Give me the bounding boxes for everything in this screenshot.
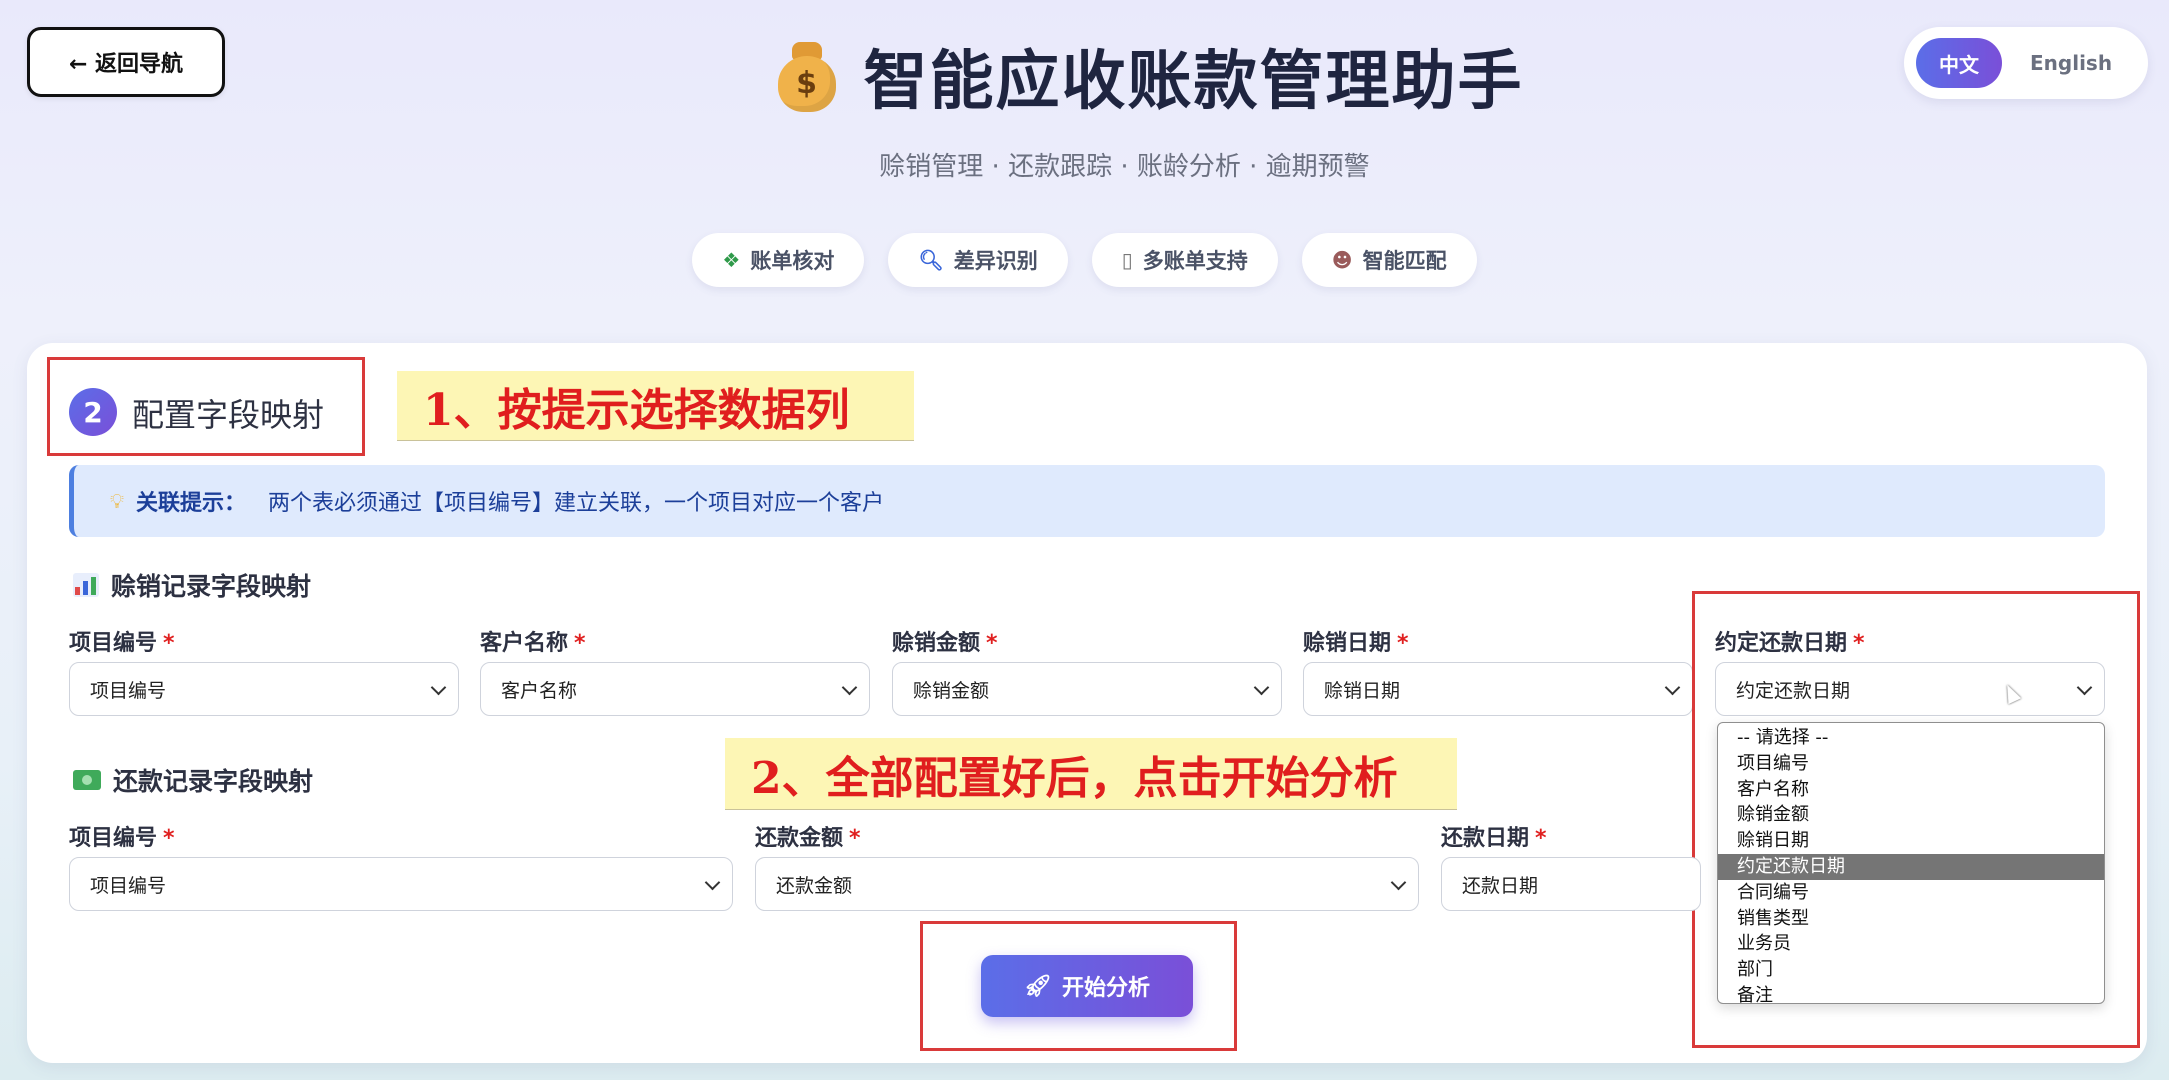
- chevron-down-icon: [430, 679, 447, 696]
- dollar-sign: $: [796, 66, 817, 101]
- credit-label-due-date: 约定还款日期 *: [1715, 625, 1865, 657]
- chip-label: 多账单支持: [1142, 249, 1248, 273]
- select-value: 约定还款日期: [1736, 679, 1851, 702]
- lightbulb-icon: 💡︎: [110, 489, 124, 513]
- repay-select-amount[interactable]: 还款金额: [755, 857, 1419, 911]
- cash-icon: [73, 770, 101, 790]
- dropdown-option[interactable]: 销售类型: [1718, 906, 2104, 932]
- page-subtitle: 赊销管理 · 还款跟踪 · 账龄分析 · 逾期预警: [879, 152, 1370, 182]
- label-text: 赊销金额: [892, 631, 981, 656]
- label-text: 项目编号: [69, 826, 158, 851]
- robot-icon: ☻: [1331, 248, 1353, 272]
- credit-section-title: 赊销记录字段映射: [73, 567, 311, 603]
- repay-label-amount: 还款金额 *: [755, 820, 861, 852]
- label-text: 赊销日期: [1303, 631, 1392, 656]
- label-text: 项目编号: [69, 631, 158, 656]
- required-mark: *: [574, 631, 586, 656]
- section-title-text: 赊销记录字段映射: [111, 572, 312, 601]
- required-mark: *: [1535, 826, 1547, 851]
- label-text: 还款日期: [1441, 826, 1530, 851]
- label-text: 约定还款日期: [1715, 631, 1848, 656]
- credit-select-date[interactable]: 赊销日期: [1303, 662, 1693, 716]
- select-value: 项目编号: [90, 679, 167, 702]
- language-switch: 中文 English: [1904, 27, 2148, 99]
- chip-label: 智能匹配: [1362, 249, 1447, 273]
- due-date-dropdown-list[interactable]: -- 请选择 -- 项目编号 客户名称 赊销金额 赊销日期 约定还款日期 合同编号 销售类型业…: [1717, 722, 2105, 1004]
- repay-section-title: 还款记录字段映射: [73, 762, 313, 798]
- dropdown-option[interactable]: 赊销金额: [1718, 802, 2104, 828]
- step-title: 配置字段映射: [132, 396, 325, 434]
- chevron-down-icon: [1390, 874, 1407, 891]
- required-mark: *: [1397, 631, 1409, 656]
- lang-zh-button[interactable]: 中文: [1916, 38, 2002, 88]
- page-title: 智能应收账款管理助手: [863, 45, 1524, 119]
- section-title-text: 还款记录字段映射: [113, 767, 314, 796]
- annotation-1: 1、按提示选择数据列: [397, 371, 914, 441]
- tip-label: 关联提示：: [136, 491, 247, 516]
- dropdown-option[interactable]: 业务员: [1718, 931, 2104, 957]
- chip-smart-match: ☻ 智能匹配: [1301, 233, 1477, 287]
- repay-select-project[interactable]: 项目编号: [69, 857, 733, 911]
- title-row: $ 智能应收账款管理助手: [130, 30, 2169, 122]
- start-analysis-button[interactable]: 🚀︎ 开始分析: [981, 955, 1193, 1017]
- feature-chips: ❖ 账单核对 🔍︎ 差异识别 ▯ 多账单支持 ☻ 智能匹配: [0, 233, 2169, 287]
- required-mark: *: [1853, 631, 1865, 656]
- association-tip: 💡︎ 关联提示： 两个表必须通过【项目编号】建立关联，一个项目对应一个客户: [69, 465, 2105, 537]
- label-text: 客户名称: [480, 631, 569, 656]
- chip-bill-check: ❖ 账单核对: [692, 233, 865, 287]
- chevron-down-icon: [704, 874, 721, 891]
- select-value: 还款日期: [1462, 874, 1539, 897]
- required-mark: *: [849, 826, 861, 851]
- required-mark: *: [986, 631, 998, 656]
- chevron-down-icon: [1253, 679, 1270, 696]
- dropdown-option[interactable]: 备注: [1718, 983, 2104, 1003]
- dropdown-option[interactable]: 项目编号: [1718, 751, 2104, 777]
- lang-en-button[interactable]: English: [2016, 51, 2112, 75]
- dropdown-option[interactable]: 客户名称: [1718, 777, 2104, 803]
- chevron-down-icon: [841, 679, 858, 696]
- money-icon: ❖: [722, 248, 741, 272]
- document-icon: ▯: [1121, 248, 1133, 272]
- credit-label-customer: 客户名称 *: [480, 625, 586, 657]
- chip-label: 差异识别: [953, 249, 1038, 273]
- credit-label-project: 项目编号 *: [69, 625, 175, 657]
- chevron-down-icon: [2076, 679, 2093, 696]
- select-value: 项目编号: [90, 874, 167, 897]
- dropdown-option[interactable]: 部门: [1718, 957, 2104, 983]
- search-icon: 🔍︎: [918, 248, 944, 272]
- dropdown-option[interactable]: 约定还款日期: [1718, 853, 2104, 880]
- repay-label-date: 还款日期 *: [1441, 820, 1547, 852]
- credit-label-amount: 赊销金额 *: [892, 625, 998, 657]
- step-number-badge: 2: [69, 388, 117, 436]
- credit-select-customer[interactable]: 客户名称: [480, 662, 870, 716]
- repay-label-project: 项目编号 *: [69, 820, 175, 852]
- bar-chart-icon: [73, 573, 99, 597]
- select-value: 还款金额: [776, 874, 853, 897]
- select-value: 客户名称: [501, 679, 578, 702]
- label-text: 还款金额: [755, 826, 844, 851]
- repay-select-date[interactable]: 还款日期: [1441, 857, 1701, 911]
- chevron-down-icon: [1664, 679, 1681, 696]
- tip-text: 两个表必须通过【项目编号】建立关联，一个项目对应一个客户: [268, 491, 885, 516]
- chip-label: 账单核对: [750, 249, 835, 273]
- page-header: $ 智能应收账款管理助手 赊销管理 · 还款跟踪 · 账龄分析 · 逾期预警: [0, 30, 2169, 183]
- chip-multi-bill: ▯ 多账单支持: [1091, 233, 1278, 287]
- required-mark: *: [163, 631, 175, 656]
- money-bag-icon: $: [776, 40, 838, 112]
- credit-select-due-date[interactable]: 约定还款日期: [1715, 662, 2105, 716]
- dropdown-option[interactable]: 合同编号: [1718, 880, 2104, 906]
- select-value: 赊销金额: [913, 679, 990, 702]
- start-button-label: 开始分析: [1061, 976, 1150, 1001]
- credit-select-project[interactable]: 项目编号: [69, 662, 459, 716]
- annotation-2: 2、全部配置好后，点击开始分析: [725, 738, 1457, 810]
- dropdown-option[interactable]: 赊销日期: [1718, 828, 2104, 854]
- credit-label-date: 赊销日期 *: [1303, 625, 1409, 657]
- dropdown-option[interactable]: -- 请选择 --: [1718, 725, 2104, 751]
- rocket-icon: 🚀︎: [1024, 973, 1052, 999]
- chip-diff-detect: 🔍︎ 差异识别: [888, 233, 1068, 287]
- credit-select-amount[interactable]: 赊销金额: [892, 662, 1282, 716]
- required-mark: *: [163, 826, 175, 851]
- select-value: 赊销日期: [1324, 679, 1401, 702]
